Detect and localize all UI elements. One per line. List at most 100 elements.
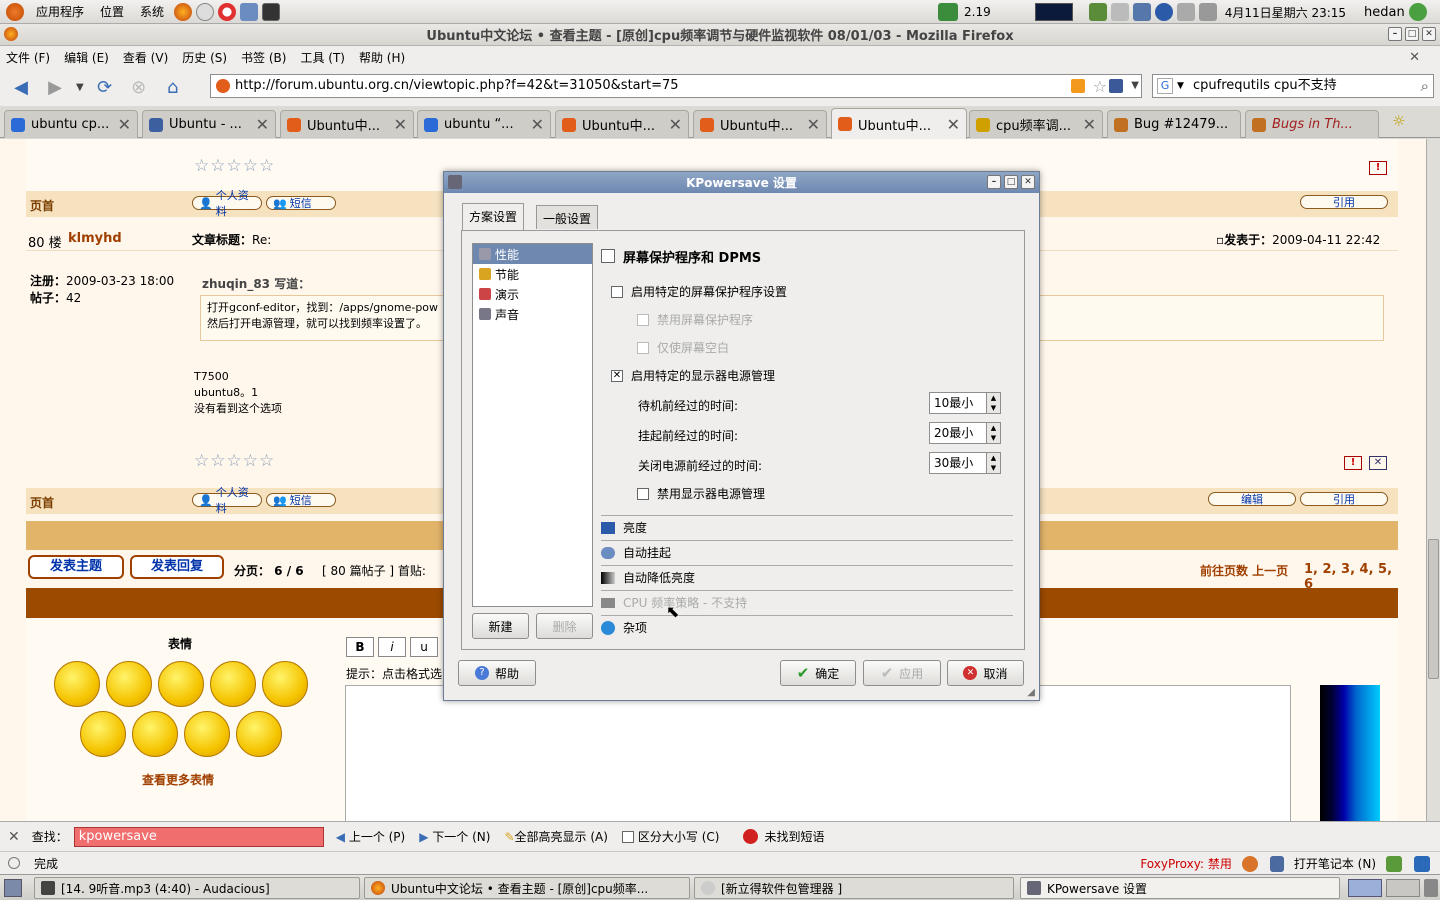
shout-icon[interactable] <box>262 661 308 707</box>
apply-button[interactable]: ✔ 应用 <box>863 660 941 686</box>
wink-icon[interactable] <box>158 661 204 707</box>
tab-item[interactable]: Ubuntu中... ✕ <box>693 110 827 138</box>
menu-file[interactable]: 文件 (F) <box>6 49 50 66</box>
find-input[interactable]: kpowersave <box>73 826 324 847</box>
spin-arrows-icon[interactable]: ▲ ▼ <box>986 453 1000 473</box>
post-author[interactable]: klmyhd <box>68 231 122 246</box>
volume-icon[interactable] <box>1198 3 1217 21</box>
back-icon[interactable]: ◀ <box>8 74 34 100</box>
minimize-button[interactable]: – <box>1388 27 1402 41</box>
system-menu[interactable]: 系统 <box>140 3 164 20</box>
cancel-button[interactable]: ✕ 取消 <box>947 660 1024 686</box>
search-icon[interactable]: ⌕ <box>1421 75 1429 97</box>
messenger-tray-icon[interactable] <box>1132 3 1151 21</box>
reload-icon[interactable]: ⟳ <box>92 74 118 100</box>
url-dropdown-icon[interactable]: ▼ <box>1131 75 1139 97</box>
tab-item[interactable]: Bug #12479... <box>1107 110 1241 138</box>
dialog-maximize-button[interactable]: □ <box>1004 175 1018 189</box>
find-next-button[interactable]: ▶ 下一个 (N) <box>419 828 490 845</box>
scrollbar-thumb[interactable] <box>1428 539 1439 679</box>
spin-arrows-icon[interactable]: ▲ ▼ <box>986 423 1000 443</box>
firefox-launcher-icon[interactable] <box>174 2 193 21</box>
facebook-icon[interactable] <box>1109 79 1123 93</box>
addon2-icon[interactable] <box>1414 855 1430 872</box>
engine-dropdown-icon[interactable]: ▼ <box>1177 75 1184 97</box>
message-textarea[interactable] <box>345 685 1291 821</box>
pm-button[interactable]: 👥 短信 <box>266 196 336 210</box>
grin-icon[interactable] <box>80 711 126 757</box>
back-to-top-link[interactable]: 页首 <box>30 197 54 214</box>
screensaver-checkbox[interactable]: 启用特定的屏幕保护程序设置 <box>611 283 787 300</box>
scheme-item-acoustic[interactable]: 声音 <box>473 304 592 324</box>
menubar-close-icon[interactable]: ✕ <box>1409 50 1420 65</box>
pm-button[interactable]: 👥 短信 <box>266 493 336 507</box>
match-case-checkbox[interactable]: 区分大小写 (C) <box>621 828 719 845</box>
workspace-2[interactable] <box>1386 879 1420 897</box>
quote-button[interactable]: 引用 <box>1300 492 1388 506</box>
menu-tools[interactable]: 工具 (T) <box>300 49 345 66</box>
tab-item[interactable]: Ubuntu中... ✕ <box>280 110 414 138</box>
open-notebook-link[interactable]: 打开笔记本 (N) <box>1294 855 1376 872</box>
menu-view[interactable]: 查看 (V) <box>123 49 168 66</box>
device-tray-icon[interactable] <box>1176 3 1195 21</box>
notebook-icon[interactable] <box>1269 855 1284 872</box>
profile-button[interactable]: 👤 个人资料 <box>192 486 262 515</box>
color-palette[interactable] <box>1320 685 1380 821</box>
tab-close-icon[interactable]: ✕ <box>256 115 269 134</box>
disable-screensaver-checkbox[interactable]: 禁用屏幕保护程序 <box>637 311 753 328</box>
tab-close-icon[interactable]: ✕ <box>531 115 544 134</box>
section-screensaver-dpms[interactable]: 屏幕保护程序和 DPMS <box>601 244 1013 268</box>
laugh-icon[interactable] <box>210 661 256 707</box>
tab-close-icon[interactable]: ✕ <box>947 115 960 134</box>
trash-icon[interactable] <box>1424 879 1438 897</box>
search-bar[interactable]: G ▼ cpufrequtils cpu不支持 ⌕ <box>1152 74 1434 98</box>
scheme-item-performance[interactable]: 性能 <box>473 244 592 264</box>
rating-stars-icon[interactable]: ☆☆☆☆☆ <box>194 156 275 176</box>
highlight-all-button[interactable]: ✎全部高亮显示 (A) <box>504 828 607 845</box>
help-launcher-icon[interactable] <box>218 2 237 21</box>
blank-only-checkbox[interactable]: 仅使屏幕空白 <box>637 339 729 356</box>
more-smilies-link[interactable]: 查看更多表情 <box>142 771 214 788</box>
tab-close-icon[interactable]: ✕ <box>807 115 820 134</box>
dialog-minimize-button[interactable]: – <box>987 175 1001 189</box>
report-icon[interactable]: ! <box>1369 161 1387 175</box>
delete-post-icon[interactable]: ✕ <box>1369 456 1387 470</box>
tab-scheme-settings[interactable]: 方案设置 <box>462 203 525 230</box>
maximize-button[interactable]: □ <box>1405 27 1419 41</box>
clock[interactable]: 4月11日星期六 23:15 <box>1225 4 1346 21</box>
tab-general-settings[interactable]: 一般设置 <box>536 205 599 229</box>
section-autodimm[interactable]: 自动降低亮度 <box>601 565 1013 589</box>
url-bar[interactable]: http://forum.ubuntu.org.cn/viewtopic.php… <box>210 74 1142 98</box>
scheme-list[interactable]: 性能 节能 演示 声音 <box>472 243 593 607</box>
bluetooth-icon[interactable] <box>1154 3 1173 21</box>
stop-icon[interactable]: ⊗ <box>126 74 152 100</box>
rating-stars-icon[interactable]: ☆☆☆☆☆ <box>194 451 275 471</box>
user-status-icon[interactable] <box>1408 3 1427 21</box>
help-button[interactable]: ? 帮助 <box>458 660 536 686</box>
back-to-top-link[interactable]: 页首 <box>30 494 54 511</box>
standby-spinbox[interactable]: 10最小 ▲ ▼ <box>929 392 1001 414</box>
tab-close-icon[interactable]: ✕ <box>669 115 682 134</box>
menu-edit[interactable]: 编辑 (E) <box>64 49 109 66</box>
bold-button[interactable]: B <box>346 637 374 657</box>
show-desktop-icon[interactable] <box>4 879 22 897</box>
find-prev-button[interactable]: ◀ 上一个 (P) <box>336 828 405 845</box>
applications-menu[interactable]: 应用程序 <box>36 3 84 20</box>
reply-button[interactable]: 发表回复 <box>130 555 224 579</box>
suspend-spinbox[interactable]: 20最小 ▲ ▼ <box>929 422 1001 444</box>
google-engine-icon[interactable]: G <box>1157 78 1173 94</box>
tongue-icon[interactable] <box>106 661 152 707</box>
ubuntu-logo-icon[interactable] <box>6 2 24 21</box>
tab-item[interactable]: ubuntu cp... ✕ <box>4 110 138 138</box>
menu-bookmarks[interactable]: 书签 (B) <box>241 49 286 66</box>
scheme-item-powersave[interactable]: 节能 <box>473 264 592 284</box>
disable-dpms-checkbox[interactable]: 禁用显示器电源管理 <box>637 485 765 502</box>
dpms-checkbox[interactable]: ✕ 启用特定的显示器电源管理 <box>611 367 775 384</box>
rss-icon[interactable] <box>1071 79 1085 93</box>
italic-button[interactable]: i <box>378 637 406 657</box>
dialog-close-button[interactable]: ✕ <box>1021 175 1035 189</box>
task-synaptic[interactable]: [新立得软件包管理器 ] <box>694 877 1014 899</box>
spin-arrows-icon[interactable]: ▲ ▼ <box>986 393 1000 413</box>
section-cpu-freq[interactable]: CPU 频率策略 - 不支持 <box>601 590 1013 614</box>
workspace-1[interactable] <box>1348 879 1382 897</box>
